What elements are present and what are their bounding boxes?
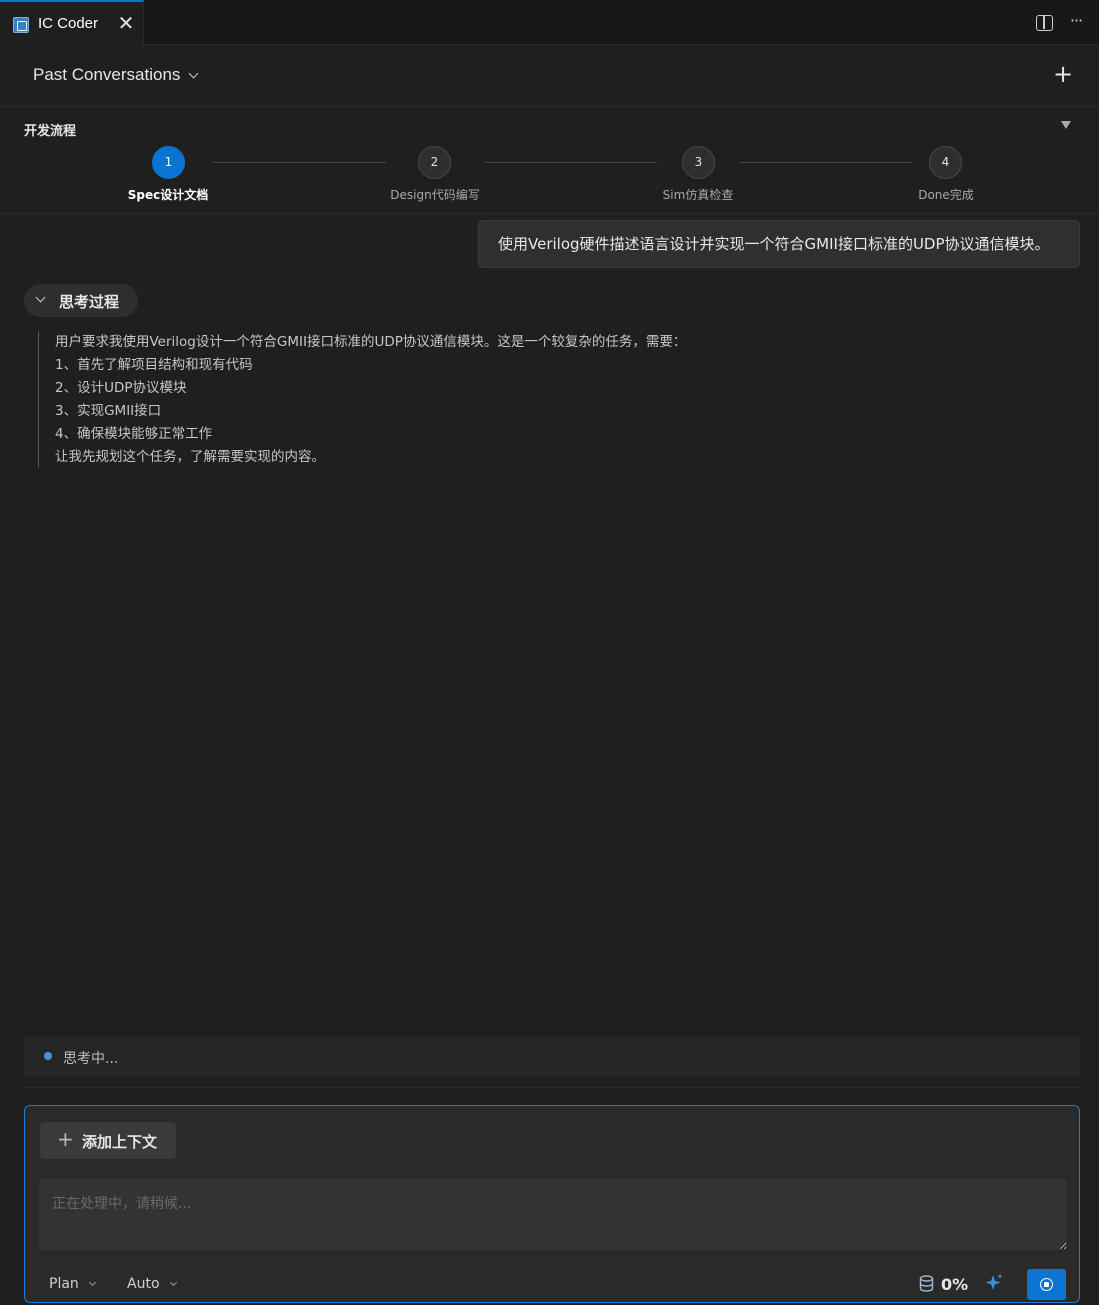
step-connector bbox=[740, 162, 912, 163]
collapse-triangle-icon[interactable] bbox=[1061, 121, 1071, 129]
step-1-label: Spec设计文档 bbox=[127, 188, 209, 202]
new-conversation-button[interactable]: + bbox=[1052, 62, 1074, 86]
plus-icon: + bbox=[57, 1127, 74, 1151]
chevron-down-icon bbox=[35, 292, 46, 303]
add-context-label: 添加上下文 bbox=[82, 1133, 158, 1151]
chevron-down-icon bbox=[188, 68, 199, 78]
thinking-line: 3、实现GMII接口 bbox=[55, 403, 162, 419]
thinking-line: 2、设计UDP协议模块 bbox=[55, 380, 187, 396]
tab-ic-coder[interactable]: IC Coder ✕ bbox=[0, 0, 144, 45]
thinking-line: 4、确保模块能够正常工作 bbox=[55, 426, 213, 442]
model-label: Auto bbox=[127, 1276, 160, 1292]
split-editor-icon[interactable] bbox=[1036, 15, 1053, 31]
model-select[interactable]: Auto bbox=[127, 1276, 177, 1292]
stop-icon bbox=[1040, 1278, 1053, 1291]
step-connector bbox=[485, 162, 657, 163]
step-4-label: Done完成 bbox=[918, 188, 974, 202]
step-3-circle[interactable]: 3 bbox=[682, 146, 715, 179]
user-message-bubble: 使用Verilog硬件描述语言设计并实现一个符合GMII接口标准的UDP协议通信… bbox=[478, 220, 1080, 268]
step-4-circle[interactable]: 4 bbox=[929, 146, 962, 179]
past-conversations-label: Past Conversations bbox=[33, 65, 181, 84]
step-2-circle[interactable]: 2 bbox=[418, 146, 451, 179]
step-2-label: Design代码编写 bbox=[390, 188, 480, 202]
ic-coder-panel: IC Coder ✕ ··· Past Conversations + 开发流程… bbox=[0, 0, 1099, 1305]
status-bar: 思考中... bbox=[24, 1036, 1080, 1077]
step-3-label: Sim仿真检查 bbox=[662, 188, 734, 202]
database-icon bbox=[919, 1275, 934, 1292]
conversation-header: Past Conversations + bbox=[0, 45, 1099, 107]
usage-percentage: 0% bbox=[941, 1275, 969, 1294]
mode-label: Plan bbox=[49, 1276, 79, 1292]
composer: + 添加上下文 Plan Auto 0% bbox=[24, 1105, 1080, 1303]
divider bbox=[24, 1087, 1080, 1088]
chevron-down-icon bbox=[88, 1278, 96, 1287]
past-conversations-dropdown[interactable]: Past Conversations bbox=[33, 65, 199, 85]
thinking-line: 让我先规划这个任务，了解需要实现的内容。 bbox=[55, 449, 325, 465]
thinking-toggle[interactable]: 思考过程 bbox=[24, 284, 138, 317]
workflow-panel: 开发流程 1 Spec设计文档 2 Design代码编写 3 Sim仿真检查 4… bbox=[0, 108, 1099, 214]
status-dot-icon bbox=[44, 1052, 52, 1060]
close-icon[interactable]: ✕ bbox=[115, 11, 137, 35]
workflow-title: 开发流程 bbox=[24, 124, 77, 139]
tab-title: IC Coder bbox=[38, 15, 99, 32]
stop-button[interactable] bbox=[1027, 1269, 1066, 1300]
thinking-line: 1、首先了解项目结构和现有代码 bbox=[55, 357, 253, 373]
add-context-button[interactable]: + 添加上下文 bbox=[40, 1122, 176, 1159]
message-input[interactable] bbox=[39, 1178, 1067, 1250]
tab-bar: IC Coder ✕ ··· bbox=[0, 0, 1099, 45]
step-1-circle[interactable]: 1 bbox=[152, 146, 185, 179]
status-text: 思考中... bbox=[63, 1051, 119, 1067]
step-connector bbox=[213, 162, 386, 163]
thinking-content: 用户要求我使用Verilog设计一个符合GMII接口标准的UDP协议通信模块。这… bbox=[38, 331, 738, 468]
thinking-line: 用户要求我使用Verilog设计一个符合GMII接口标准的UDP协议通信模块。这… bbox=[55, 334, 687, 350]
thinking-label: 思考过程 bbox=[59, 293, 120, 311]
sparkle-icon[interactable] bbox=[983, 1272, 1005, 1294]
more-actions-icon[interactable]: ··· bbox=[1066, 11, 1086, 31]
chevron-down-icon bbox=[169, 1278, 177, 1287]
mode-select[interactable]: Plan bbox=[49, 1276, 96, 1292]
app-icon bbox=[13, 17, 29, 33]
